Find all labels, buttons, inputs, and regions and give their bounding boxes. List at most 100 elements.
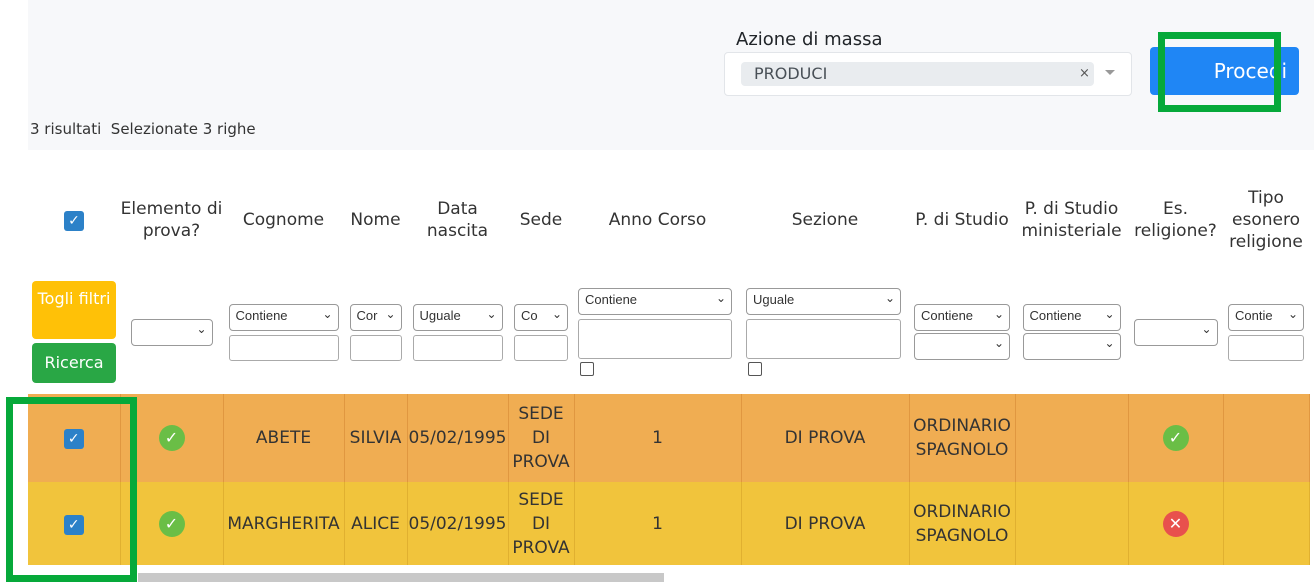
filter-anno-checkbox[interactable] [580,362,594,376]
row-nome: SILVIA [344,394,408,482]
filter-pstudio-select[interactable]: Contiene ⌄ [914,304,1010,331]
filter-row: Togli filtri Ricerca ⌄ Contiene ⌄ Cor ⌄ Ug… [28,270,1309,394]
filter-elemento: ⌄ [120,270,223,394]
row-checkbox[interactable]: ✓ [63,429,84,449]
students-table: ✓ Elemento di prova? Cognome Nome Data n… [28,170,1310,565]
chevron-down-icon: ⌄ [1201,321,1212,336]
filter-tipo-select[interactable]: Contie ⌄ [1228,303,1304,331]
filter-cognome: Contiene ⌄ [223,270,344,394]
row-select-cell[interactable]: ✓ [28,482,121,565]
col-nome[interactable]: Nome [344,170,407,270]
col-esrel[interactable]: Es. religione? [1128,170,1223,270]
filter-sezione-checkbox[interactable] [748,362,762,376]
chevron-down-icon: ⌄ [993,307,1004,321]
row-esrel: ✓ [1128,394,1224,482]
row-pmin [1015,394,1129,482]
mass-action-chip: PRODUCI × [741,62,1094,86]
chevron-down-icon: ⌄ [993,336,1004,350]
row-pstudio: ORDINARIO SPAGNOLO [909,394,1016,482]
results-summary: 3 risultati Selezionate 3 righe [30,120,256,138]
filter-tipo-input[interactable] [1228,334,1304,361]
row-elemento: ✓ [120,482,224,565]
horizontal-scrollbar[interactable] [138,573,664,582]
filter-pmin: Contiene ⌄ ⌄ [1015,270,1128,394]
chevron-down-icon: ⌄ [551,306,562,321]
clear-filters-button[interactable]: Togli filtri [32,281,116,339]
filter-esrel: ⌄ [1128,270,1223,394]
row-sede: SEDE DI PROVA [508,394,575,482]
filter-tipo: Contie ⌄ [1223,270,1309,394]
check-circle-icon: ✓ [158,510,185,537]
row-sezione: DI PROVA [741,482,910,565]
filter-anno-select[interactable]: Contiene ⌄ [578,288,732,315]
filter-actions: Togli filtri Ricerca [28,270,120,394]
chevron-down-icon: ⌄ [1104,336,1115,350]
select-all-checkbox[interactable]: ✓ [64,211,84,231]
filter-cognome-select[interactable]: Contiene ⌄ [228,303,339,331]
col-sede[interactable]: Sede [508,170,574,270]
search-button[interactable]: Ricerca [32,343,116,383]
filter-data-value: Uguale [419,307,461,323]
filter-pmin-value: Contiene [1029,308,1082,323]
clear-icon[interactable]: × [1079,62,1090,86]
row-data: 05/02/1995 [407,394,509,482]
chevron-down-icon: ⌄ [322,306,333,321]
filter-nome: Cor ⌄ [344,270,407,394]
x-circle-icon: ✕ [1162,510,1189,537]
filter-pstudio-select-2[interactable]: ⌄ [914,333,1010,360]
proceed-button[interactable]: Procedi [1150,47,1299,95]
col-cognome[interactable]: Cognome [223,170,344,270]
filter-anno-value: Contiene [585,292,638,307]
filter-data-select[interactable]: Uguale ⌄ [412,303,503,331]
filter-cognome-input[interactable] [228,334,339,361]
filter-nome-select[interactable]: Cor ⌄ [349,303,402,331]
header-row: ✓ Elemento di prova? Cognome Nome Data n… [28,170,1309,270]
row-anno: 1 [574,482,742,565]
filter-nome-value: Cor [356,307,378,323]
filter-sezione-select[interactable]: Uguale ⌄ [746,288,901,315]
row-pstudio: ORDINARIO SPAGNOLO [909,482,1016,565]
filter-pstudio: Contiene ⌄ ⌄ [909,270,1015,394]
row-pmin [1015,482,1129,565]
filter-sezione-input[interactable] [746,319,901,359]
table-row[interactable]: ✓ ✓ MARGHERITA ALICE 05/02/1995 SEDE DI … [28,482,1310,565]
col-tipo[interactable]: Tipo esonero religione [1223,170,1309,270]
filter-pmin-select-2[interactable]: ⌄ [1022,333,1121,360]
filter-anno-input[interactable] [578,319,732,359]
col-elemento[interactable]: Elemento di prova? [120,170,223,270]
check-circle-icon: ✓ [158,425,185,451]
mass-action-select[interactable]: PRODUCI × [724,52,1132,96]
chevron-down-icon[interactable] [1105,70,1115,75]
chevron-down-icon: ⌄ [486,306,497,321]
chevron-down-icon: ⌄ [1287,306,1298,321]
mass-action-value: PRODUCI [754,64,828,83]
filter-elemento-select[interactable]: ⌄ [130,318,213,346]
col-sezione[interactable]: Sezione [741,170,909,270]
col-anno[interactable]: Anno Corso [574,170,741,270]
filter-cognome-value: Contiene [235,307,288,323]
row-nome: ALICE [344,482,408,565]
col-pmin[interactable]: P. di Studio ministeriale [1015,170,1128,270]
row-tipo [1223,394,1310,482]
row-cognome: MARGHERITA [223,482,345,565]
filter-pstudio-value: Contiene [921,308,974,323]
row-checkbox[interactable]: ✓ [63,514,84,535]
filter-anno: Contiene ⌄ [574,270,741,394]
filter-pmin-select[interactable]: Contiene ⌄ [1022,304,1121,331]
row-select-cell[interactable]: ✓ [28,394,121,482]
col-data[interactable]: Data nascita [407,170,508,270]
chevron-down-icon: ⌄ [1104,307,1115,321]
col-pstudio[interactable]: P. di Studio [909,170,1015,270]
filter-sede: Co ⌄ [508,270,574,394]
row-cognome: ABETE [223,394,345,482]
filter-sede-input[interactable] [514,334,568,361]
filter-nome-input[interactable] [349,334,402,361]
select-all-cell[interactable]: ✓ [28,170,120,270]
filter-esrel-select[interactable]: ⌄ [1133,318,1218,346]
table-row[interactable]: ✓ ✓ ABETE SILVIA 05/02/1995 SEDE DI PROV… [28,394,1310,482]
chevron-down-icon: ⌄ [385,306,396,321]
filter-sede-select[interactable]: Co ⌄ [514,303,568,331]
filter-sede-value: Co [521,307,538,323]
row-elemento: ✓ [120,394,224,482]
filter-data-input[interactable] [412,334,503,361]
